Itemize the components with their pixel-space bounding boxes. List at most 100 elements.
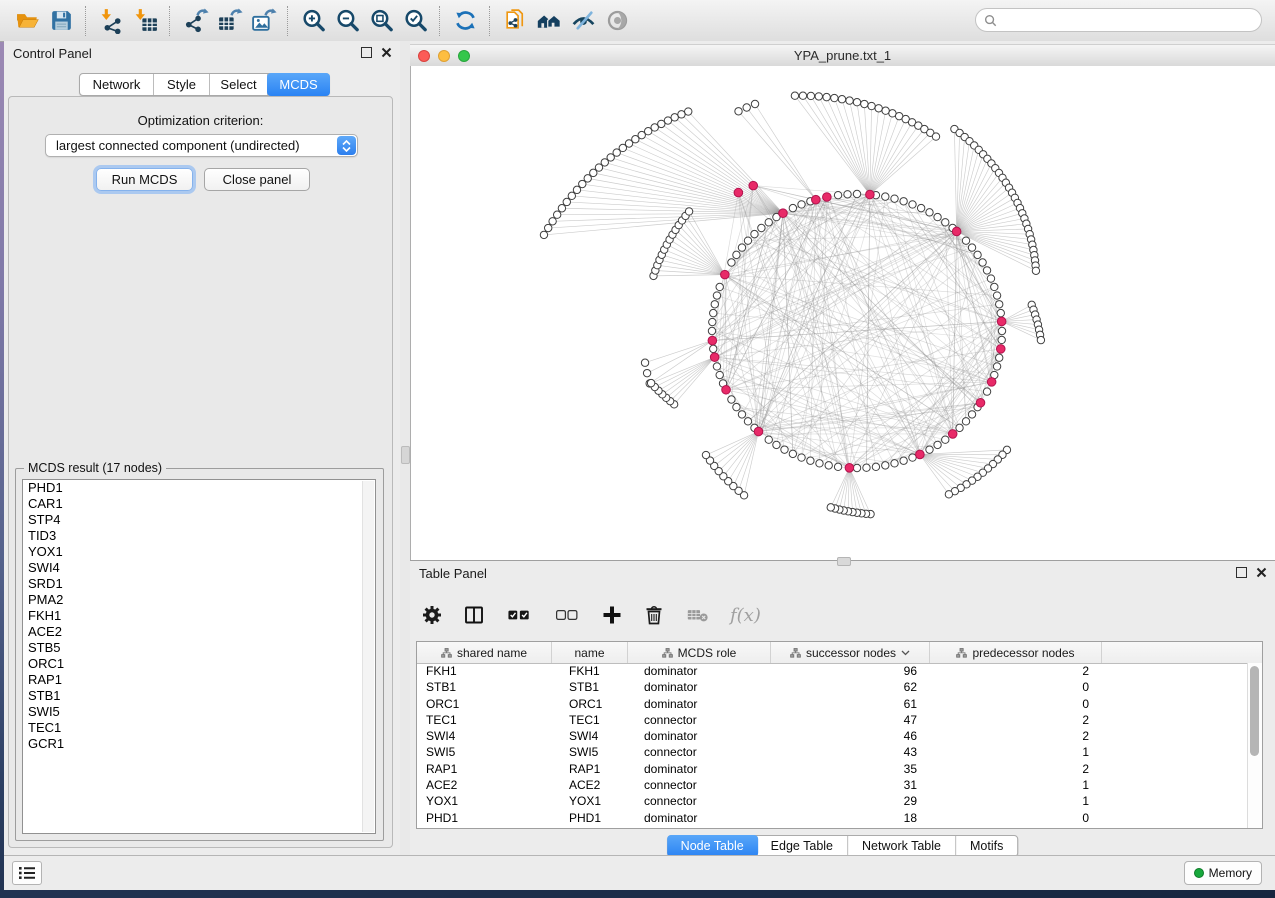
table-cell: 2 [930, 728, 1102, 744]
show-all-columns-button[interactable] [504, 603, 534, 627]
node-table: shared name name MCDS role [416, 641, 1263, 829]
float-panel-icon[interactable] [1236, 567, 1247, 578]
network-window-titlebar[interactable]: YPA_prune.txt_1 [410, 44, 1275, 67]
splitter-grip[interactable] [401, 446, 410, 464]
table-cell: 61 [771, 696, 930, 712]
table-row[interactable]: ORC1ORC1dominator610 [417, 696, 1248, 712]
table-row[interactable]: TEC1TEC1connector472 [417, 712, 1248, 728]
control-panel-header: Control Panel [4, 41, 400, 67]
tab-edge-table[interactable]: Edge Table [757, 836, 848, 856]
table-cell: SWI5 [417, 744, 552, 760]
close-panel-button[interactable]: Close panel [204, 168, 310, 191]
mcds-result-item[interactable]: YOX1 [23, 544, 375, 560]
table-scrollbar[interactable] [1247, 663, 1262, 828]
mcds-result-item[interactable]: SRD1 [23, 576, 375, 592]
eye-icon [604, 7, 631, 34]
clone-network-button[interactable] [498, 4, 532, 38]
mcds-result-item[interactable]: PMA2 [23, 592, 375, 608]
tab-select[interactable]: Select [210, 74, 268, 95]
mcds-result-item[interactable]: TID3 [23, 528, 375, 544]
mcds-result-item[interactable]: TEC1 [23, 720, 375, 736]
close-panel-icon[interactable] [1256, 567, 1267, 578]
table-cell: 29 [771, 793, 930, 809]
close-panel-icon[interactable] [381, 47, 392, 58]
create-column-button[interactable] [600, 603, 624, 627]
search-box[interactable] [975, 8, 1262, 32]
export-table-button[interactable] [212, 4, 246, 38]
mcds-result-list[interactable]: PHD1CAR1STP4TID3YOX1SWI4SRD1PMA2FKH1ACE2… [22, 479, 376, 834]
table-row[interactable]: STB1STB1dominator620 [417, 679, 1248, 695]
mcds-result-item[interactable]: CAR1 [23, 496, 375, 512]
table-row[interactable]: SWI4SWI4dominator462 [417, 728, 1248, 744]
mcds-result-item[interactable]: STB1 [23, 688, 375, 704]
refresh-view-button[interactable] [448, 4, 482, 38]
table-cell: YOX1 [417, 793, 552, 809]
zoom-fit-button[interactable] [364, 4, 398, 38]
network-overview-button[interactable] [532, 4, 566, 38]
mcds-result-item[interactable]: ORC1 [23, 656, 375, 672]
export-network-button[interactable] [178, 4, 212, 38]
table-cell: ORC1 [552, 696, 628, 712]
open-session-button[interactable] [10, 4, 44, 38]
column-header-shared-name[interactable]: shared name [417, 642, 552, 663]
criterion-value: largest connected component (undirected) [46, 138, 336, 153]
column-header-successor-nodes[interactable]: successor nodes [771, 642, 930, 663]
hide-all-columns-button[interactable] [552, 603, 582, 627]
column-header-filler [1102, 642, 1262, 663]
table-row[interactable]: FKH1FKH1dominator962 [417, 663, 1248, 679]
mcds-result-item[interactable]: ACE2 [23, 624, 375, 640]
criterion-dropdown[interactable]: largest connected component (undirected) [45, 134, 358, 157]
run-mcds-button[interactable]: Run MCDS [96, 168, 193, 191]
memory-status-icon [1194, 868, 1204, 878]
tab-motifs[interactable]: Motifs [956, 836, 1017, 856]
show-graphics-details-button[interactable] [600, 4, 634, 38]
search-input[interactable] [1002, 10, 1261, 30]
column-header-mcds-role[interactable]: MCDS role [628, 642, 771, 663]
table-settings-button[interactable] [420, 603, 444, 627]
delete-column-button[interactable] [642, 603, 666, 627]
tab-network-table[interactable]: Network Table [848, 836, 956, 856]
table-cell: 1 [930, 777, 1102, 793]
hide-graphics-details-button[interactable] [566, 4, 600, 38]
mcds-result-item[interactable]: PHD1 [23, 480, 375, 496]
zoom-selected-button[interactable] [398, 4, 432, 38]
import-network-button[interactable] [94, 4, 128, 38]
import-table-button[interactable] [128, 4, 162, 38]
zoom-out-button[interactable] [330, 4, 364, 38]
mcds-result-item[interactable]: SWI4 [23, 560, 375, 576]
column-header-predecessor-nodes[interactable]: predecessor nodes [930, 642, 1102, 663]
select-columns-button[interactable] [462, 603, 486, 627]
zoom-selected-icon [402, 7, 429, 34]
mcds-result-item[interactable]: SWI5 [23, 704, 375, 720]
table-cell: 1 [930, 744, 1102, 760]
mcds-result-item[interactable]: STP4 [23, 512, 375, 528]
tab-node-table[interactable]: Node Table [667, 835, 758, 857]
float-panel-icon[interactable] [361, 47, 372, 58]
export-image-icon [250, 7, 277, 34]
table-scrollbar-thumb[interactable] [1250, 666, 1259, 756]
table-row[interactable]: SWI5SWI5connector431 [417, 744, 1248, 760]
task-history-button[interactable] [12, 861, 42, 885]
table-row[interactable]: ACE2ACE2connector311 [417, 777, 1248, 793]
vertical-splitter[interactable] [400, 41, 410, 856]
memory-button[interactable]: Memory [1184, 861, 1262, 885]
table-row[interactable]: YOX1YOX1connector291 [417, 793, 1248, 809]
column-header-name[interactable]: name [552, 642, 628, 663]
network-canvas[interactable] [410, 66, 1275, 560]
tab-style[interactable]: Style [154, 74, 210, 95]
save-session-button[interactable] [44, 4, 78, 38]
clone-network-icon [502, 7, 529, 34]
table-cell: STB1 [552, 679, 628, 695]
tab-network[interactable]: Network [80, 74, 154, 95]
mcds-list-scrollbar[interactable] [362, 481, 374, 832]
network-graph[interactable] [411, 66, 1275, 560]
tab-mcds[interactable]: MCDS [267, 73, 330, 96]
mcds-result-item[interactable]: GCR1 [23, 736, 375, 752]
table-row[interactable]: RAP1RAP1dominator352 [417, 761, 1248, 777]
zoom-in-button[interactable] [296, 4, 330, 38]
export-image-button[interactable] [246, 4, 280, 38]
mcds-result-item[interactable]: FKH1 [23, 608, 375, 624]
table-row[interactable]: PHD1PHD1dominator180 [417, 810, 1248, 826]
mcds-result-item[interactable]: STB5 [23, 640, 375, 656]
mcds-result-item[interactable]: RAP1 [23, 672, 375, 688]
